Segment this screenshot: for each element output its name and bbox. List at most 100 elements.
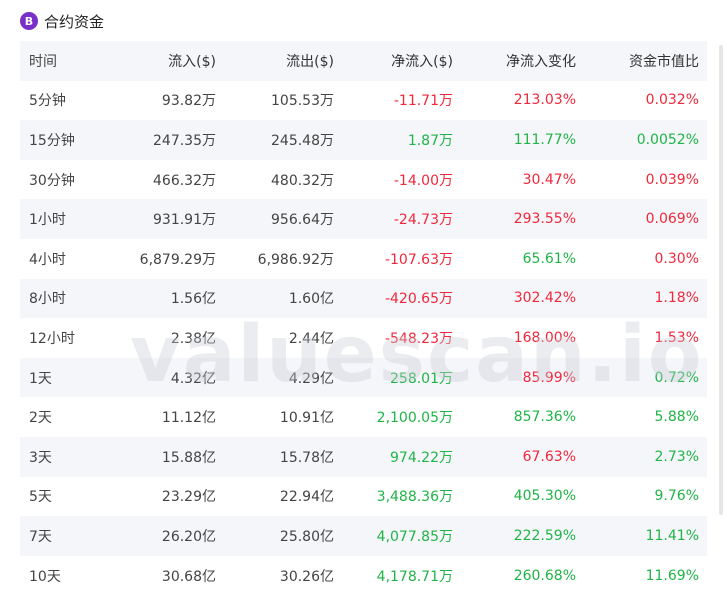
cell-net-change: 213.03% (513, 92, 576, 109)
cell-outflow: 15.78亿 (279, 449, 334, 466)
section-header: B 合约资金 (20, 9, 104, 33)
cell-net-inflow: 974.22万 (390, 449, 453, 466)
cell-net-inflow: 3,488.36万 (376, 489, 453, 506)
cell-net-inflow: 4,178.71万 (376, 568, 453, 585)
table-row: 30分钟 466.32万 480.32万 -14.00万 30.47% 0.039% (20, 160, 707, 200)
cell-period: 5分钟 (29, 93, 66, 110)
cell-market-cap-ratio: 0.0052% (636, 131, 699, 148)
cell-outflow: 6,986.92万 (257, 251, 334, 268)
table-row: 12小时 2.38亿 2.44亿 -548.23万 168.00% 1.53% (20, 318, 707, 358)
cell-net-inflow: 258.01万 (390, 370, 453, 387)
cell-market-cap-ratio: 1.18% (654, 290, 699, 307)
cell-period: 12小时 (29, 330, 75, 347)
scrollbar[interactable] (719, 45, 723, 515)
cell-outflow: 956.64万 (271, 212, 334, 229)
column-header-inflow: 流入($) (168, 53, 216, 70)
table-row: 4小时 6,879.29万 6,986.92万 -107.63万 65.61% 0.30% (20, 239, 707, 279)
table-row: 7天 26.20亿 25.80亿 4,077.85万 222.59% 11.41% (20, 516, 707, 556)
cell-net-change: 30.47% (522, 171, 576, 188)
cell-period: 3天 (29, 449, 52, 466)
cell-inflow: 15.88亿 (161, 449, 216, 466)
cell-market-cap-ratio: 2.73% (654, 448, 699, 465)
coin-logo-icon: B (20, 12, 38, 30)
cell-net-change: 302.42% (513, 290, 576, 307)
cell-market-cap-ratio: 0.032% (645, 92, 699, 109)
cell-inflow: 11.12亿 (161, 410, 216, 427)
cell-outflow: 245.48万 (271, 132, 334, 149)
table-row: 10天 30.68亿 30.26亿 4,178.71万 260.68% 11.69% (20, 556, 707, 596)
cell-market-cap-ratio: 0.30% (654, 250, 699, 267)
cell-net-change: 111.77% (513, 131, 576, 148)
cell-period: 1天 (29, 370, 52, 387)
cell-period: 7天 (29, 528, 52, 545)
cell-market-cap-ratio: 1.53% (654, 329, 699, 346)
cell-outflow: 10.91亿 (279, 410, 334, 427)
column-header-market-cap-ratio: 资金市值比 (629, 53, 699, 70)
cell-net-change: 293.55% (513, 211, 576, 228)
cell-inflow: 247.35万 (153, 132, 216, 149)
table-body: 5分钟 93.82万 105.53万 -11.71万 213.03% 0.032% 15分钟… (20, 81, 707, 596)
cell-inflow: 30.68亿 (161, 568, 216, 585)
cell-outflow: 4.29亿 (288, 370, 334, 387)
cell-net-change: 260.68% (513, 567, 576, 584)
section-title: 合约资金 (44, 12, 105, 31)
table-row: 1小时 931.91万 956.64万 -24.73万 293.55% 0.069% (20, 199, 707, 239)
cell-outflow: 22.94亿 (279, 489, 334, 506)
column-header-time: 时间 (29, 53, 57, 70)
cell-net-change: 168.00% (513, 329, 576, 346)
cell-period: 30分钟 (29, 172, 75, 189)
table-row: 2天 11.12亿 10.91亿 2,100.05万 857.36% 5.88% (20, 397, 707, 437)
cell-net-change: 67.63% (522, 448, 576, 465)
cell-net-inflow: 2,100.05万 (376, 410, 453, 427)
cell-period: 5天 (29, 489, 52, 506)
cell-net-inflow: -548.23万 (384, 330, 453, 347)
cell-inflow: 466.32万 (153, 172, 216, 189)
cell-inflow: 2.38亿 (170, 330, 216, 347)
cell-net-inflow: 4,077.85万 (376, 528, 453, 545)
cell-inflow: 4.32亿 (170, 370, 216, 387)
cell-outflow: 480.32万 (271, 172, 334, 189)
cell-inflow: 26.20亿 (161, 528, 216, 545)
cell-market-cap-ratio: 0.72% (654, 369, 699, 386)
cell-outflow: 2.44亿 (288, 330, 334, 347)
table-row: 15分钟 247.35万 245.48万 1.87万 111.77% 0.0052% (20, 120, 707, 160)
cell-inflow: 23.29亿 (161, 489, 216, 506)
cell-inflow: 931.91万 (153, 212, 216, 229)
cell-outflow: 1.60亿 (288, 291, 334, 308)
cell-period: 10天 (29, 568, 61, 585)
column-header-net-inflow: 净流入($) (391, 53, 453, 70)
cell-market-cap-ratio: 11.69% (645, 567, 699, 584)
cell-outflow: 25.80亿 (279, 528, 334, 545)
contract-funds-table: 时间 流入($) 流出($) 净流入($) 净流入变化 资金市值比 5分钟 93.… (20, 41, 707, 595)
table-row: 1天 4.32亿 4.29亿 258.01万 85.99% 0.72% (20, 357, 707, 398)
cell-market-cap-ratio: 0.039% (645, 171, 699, 188)
cell-outflow: 105.53万 (271, 93, 334, 110)
cell-net-change: 65.61% (522, 250, 576, 267)
cell-net-change: 857.36% (513, 409, 576, 426)
cell-outflow: 30.26亿 (279, 568, 334, 585)
cell-net-inflow: -24.73万 (393, 212, 453, 229)
cell-market-cap-ratio: 5.88% (654, 409, 699, 426)
cell-net-inflow: -11.71万 (393, 93, 453, 110)
cell-net-inflow: 1.87万 (407, 132, 453, 149)
cell-net-inflow: -420.65万 (384, 291, 453, 308)
cell-net-change: 85.99% (522, 369, 576, 386)
cell-period: 1小时 (29, 212, 66, 229)
cell-period: 2天 (29, 410, 52, 427)
cell-market-cap-ratio: 11.41% (645, 527, 699, 544)
column-header-net-change: 净流入变化 (506, 53, 576, 70)
column-header-outflow: 流出($) (286, 53, 334, 70)
cell-net-inflow: -14.00万 (393, 172, 453, 189)
cell-inflow: 6,879.29万 (139, 251, 216, 268)
table-row: 5天 23.29亿 22.94亿 3,488.36万 405.30% 9.76% (20, 477, 707, 517)
table-row: 8小时 1.56亿 1.60亿 -420.65万 302.42% 1.18% (20, 278, 707, 319)
cell-market-cap-ratio: 9.76% (654, 488, 699, 505)
cell-period: 8小时 (29, 291, 66, 308)
table-row: 5分钟 93.82万 105.53万 -11.71万 213.03% 0.032% (20, 81, 707, 121)
cell-net-change: 405.30% (513, 488, 576, 505)
cell-net-change: 222.59% (513, 527, 576, 544)
cell-period: 4小时 (29, 251, 66, 268)
cell-inflow: 1.56亿 (170, 291, 216, 308)
table-row: 3天 15.88亿 15.78亿 974.22万 67.63% 2.73% (20, 436, 707, 477)
table-header-row: 时间 流入($) 流出($) 净流入($) 净流入变化 资金市值比 (20, 41, 707, 81)
